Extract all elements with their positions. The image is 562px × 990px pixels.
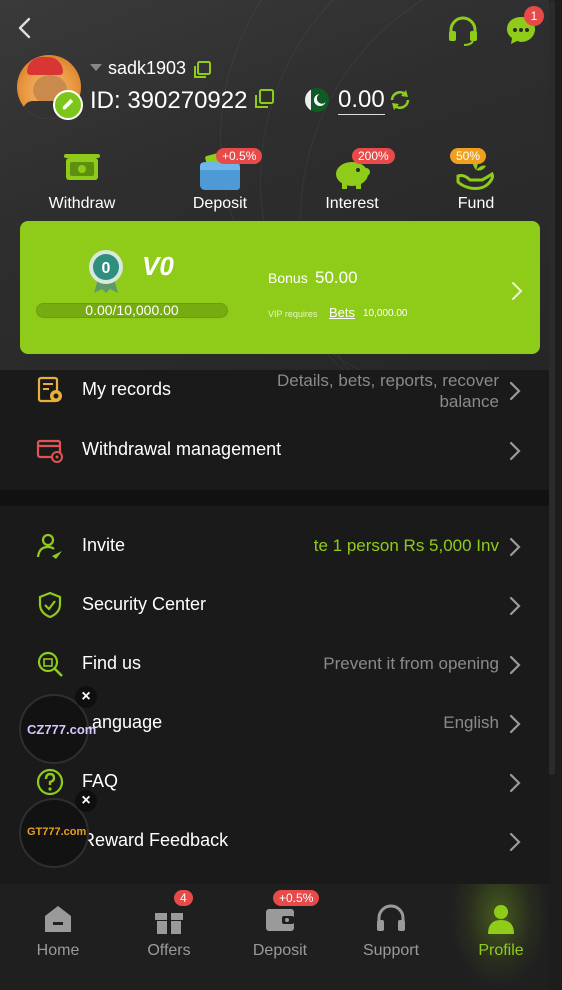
deposit-bonus-tag: +0.5% <box>216 148 263 164</box>
menu-row-security-center[interactable]: Security Center <box>0 577 549 633</box>
nav-label: Support <box>362 942 420 959</box>
quick-action-deposit[interactable]: +0.5% Deposit <box>170 148 270 213</box>
menu-row-value: English <box>443 713 499 732</box>
nav-label: Deposit <box>252 942 308 959</box>
quick-action-fund[interactable]: 50% Fund <box>426 148 526 213</box>
pakistan-flag-icon <box>305 88 329 112</box>
vip-card[interactable]: 0 V0 0.00/10,000.00 Bonus 50.00 VIP requ… <box>20 221 540 354</box>
headset-icon <box>377 904 405 931</box>
wallet-balance: 0.00 <box>338 86 385 115</box>
chevron-right-icon <box>509 655 521 675</box>
invite-user-icon <box>36 533 62 559</box>
nav-label: Home <box>36 942 80 959</box>
menu-row-label: Invite <box>82 535 126 555</box>
quick-action-interest[interactable]: 200% Interest <box>302 148 402 213</box>
records-icon <box>37 376 62 403</box>
vip-progress-text: 0.00/10,000.00 <box>85 302 179 318</box>
menu-row-label: Withdrawal management <box>82 439 282 459</box>
section-divider <box>0 490 549 506</box>
cash-icon <box>64 154 100 180</box>
chevron-right-icon <box>509 714 521 734</box>
nav-support[interactable]: Support <box>336 884 446 990</box>
chevron-right-icon <box>512 282 523 300</box>
menu-row-my-records[interactable]: My records Details, bets, reports, recov… <box>0 362 549 418</box>
question-icon <box>36 768 64 796</box>
chevron-right-icon <box>509 441 521 461</box>
chevron-right-icon <box>509 596 521 616</box>
chevron-right-icon <box>509 832 521 852</box>
interest-rate-tag: 200% <box>352 148 395 164</box>
nav-home[interactable]: Home <box>3 884 113 990</box>
nav-offers[interactable]: 4 Offers <box>114 884 224 990</box>
fund-rate-tag: 50% <box>450 148 487 164</box>
quick-action-withdraw[interactable]: Withdraw <box>32 148 132 213</box>
bonus-label: Bonus <box>268 270 308 286</box>
deposit-bonus-badge: +0.5% <box>273 890 320 906</box>
refresh-balance-icon[interactable] <box>388 88 412 112</box>
copy-id-icon[interactable] <box>253 88 275 110</box>
find-us-icon <box>37 651 63 677</box>
close-ad-icon[interactable]: × <box>75 790 97 812</box>
home-icon <box>45 906 71 932</box>
chevron-right-icon <box>509 773 521 793</box>
withdrawal-card-icon <box>36 439 63 463</box>
menu-row-label: Reward Feedback <box>82 830 229 850</box>
nav-deposit[interactable]: +0.5% Deposit <box>225 884 335 990</box>
quick-action-label: Interest <box>325 195 379 212</box>
quick-action-label: Fund <box>457 195 495 212</box>
nav-profile[interactable]: Profile <box>446 884 556 990</box>
menu-row-withdrawal-management[interactable]: Withdrawal management <box>0 422 549 478</box>
headset-icon[interactable] <box>446 16 480 46</box>
vip-requires-value: 10,000.00 <box>363 308 408 319</box>
bonus-value: 50.00 <box>315 268 358 287</box>
menu-row-value: Prevent it from opening <box>323 654 499 673</box>
vip-level: V0 <box>142 251 174 281</box>
username: sadk1903 <box>108 58 187 78</box>
user-id: ID: 390270922 <box>90 87 248 114</box>
vip-medal-level: 0 <box>102 260 111 277</box>
vip-medal-icon: 0 <box>89 250 123 293</box>
gift-icon <box>155 913 183 934</box>
offers-count-badge: 4 <box>174 890 193 906</box>
chat-notification-badge: 1 <box>524 6 544 26</box>
bottom-navigation: Home 4 Offers +0.5% Deposit Support Prof… <box>0 884 549 990</box>
menu-row-invite[interactable]: Invite te 1 person Rs 5,000 Inv <box>0 518 549 574</box>
nav-label: Offers <box>147 942 191 959</box>
invite-marquee-text: te 1 person Rs 5,000 Inv <box>313 536 499 555</box>
close-ad-icon[interactable]: × <box>75 686 97 708</box>
username-dropdown-icon[interactable] <box>90 64 102 71</box>
ad-logo-text: GT777.com <box>27 826 87 838</box>
menu-row-label: FAQ <box>82 771 119 791</box>
wallet-icon <box>266 909 294 931</box>
menu-row-find-us[interactable]: Find us Prevent it from opening <box>0 636 549 692</box>
menu-row-label: Security Center <box>82 594 207 614</box>
scrollbar-thumb[interactable] <box>549 0 555 775</box>
back-chevron-left-icon[interactable] <box>14 16 36 40</box>
quick-action-label: Deposit <box>192 195 248 212</box>
chevron-right-icon <box>509 381 521 401</box>
edit-pencil-icon[interactable] <box>53 90 83 120</box>
bets-link[interactable]: Bets <box>329 305 355 320</box>
shield-icon <box>38 591 62 619</box>
menu-row-label: Find us <box>82 653 142 673</box>
vip-requires-label: VIP requires <box>268 309 318 319</box>
quick-action-label: Withdraw <box>48 195 116 212</box>
chevron-right-icon <box>509 537 521 557</box>
copy-username-icon[interactable] <box>192 60 212 80</box>
menu-row-value: Details, bets, reports, recover balance <box>276 371 499 411</box>
user-icon <box>488 905 514 934</box>
menu-row-label: My records <box>82 379 172 399</box>
nav-label: Profile <box>478 942 524 959</box>
ad-logo-text: CZ777.com <box>27 722 97 737</box>
